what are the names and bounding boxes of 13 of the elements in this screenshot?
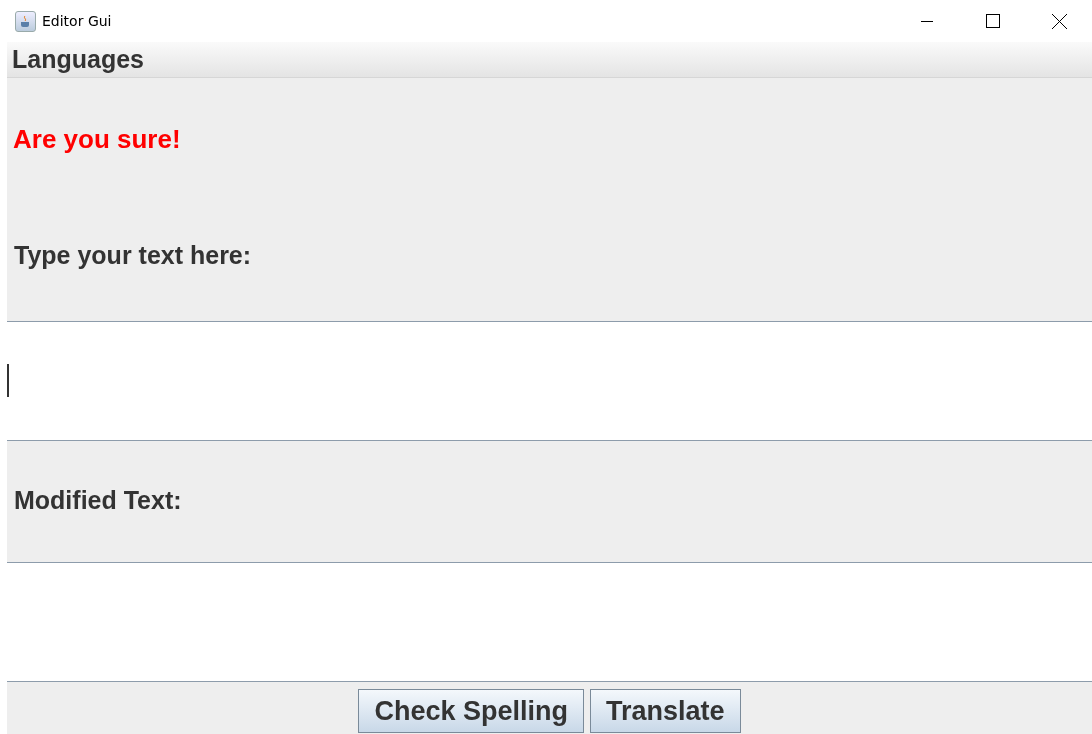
output-label: Modified Text: [14, 486, 183, 515]
close-icon[interactable] [1051, 13, 1067, 29]
window-title: Editor Gui [42, 13, 112, 29]
warning-text: Are you sure! [13, 124, 182, 155]
text-cursor [7, 363, 9, 397]
text-input-field[interactable] [7, 321, 1092, 441]
maximize-icon[interactable] [986, 14, 1000, 28]
action-button[interactable]: Translate [590, 689, 741, 733]
action-button[interactable]: Check Spelling [358, 689, 584, 733]
menu-item[interactable]: Languages [7, 45, 149, 74]
input-label: Type your text here: [14, 241, 253, 270]
java-cup-icon [15, 10, 36, 32]
minimize-icon[interactable] [921, 20, 933, 22]
